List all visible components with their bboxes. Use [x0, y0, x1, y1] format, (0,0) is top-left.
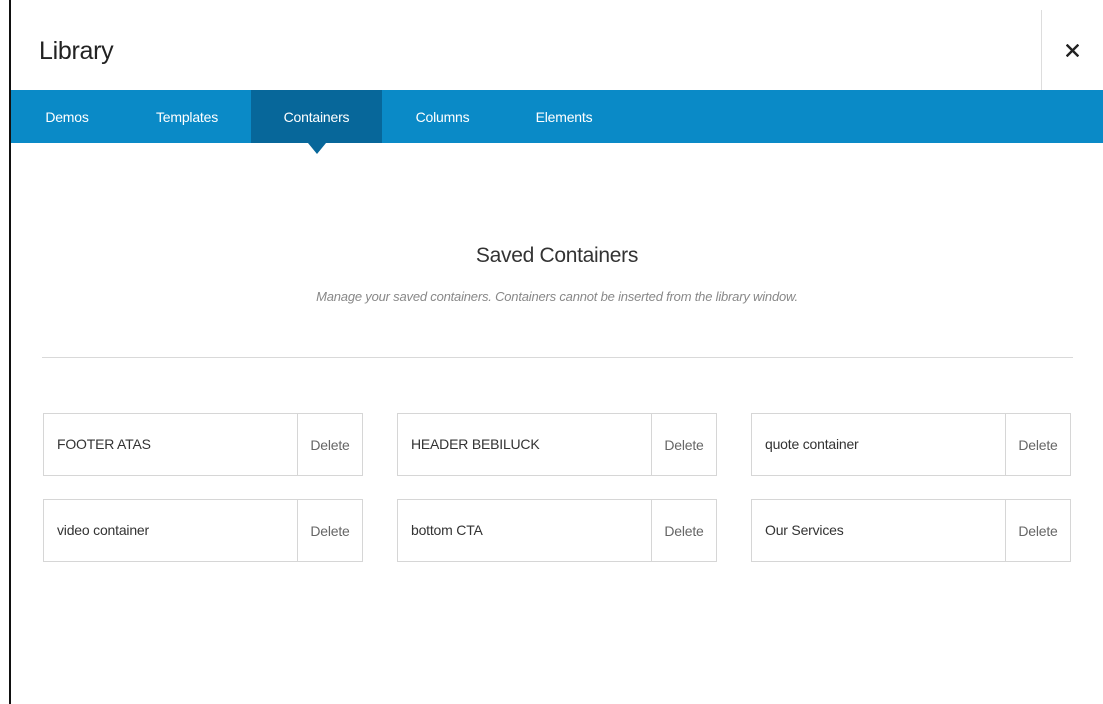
- delete-button[interactable]: Delete: [297, 500, 362, 561]
- tab-label: Templates: [155, 108, 218, 125]
- tab-elements[interactable]: Elements: [503, 90, 625, 143]
- container-name: bottom CTA: [411, 522, 483, 538]
- modal-title: Library: [39, 37, 114, 65]
- saved-container-item: FOOTER ATAS Delete: [43, 413, 363, 476]
- delete-button[interactable]: Delete: [1005, 500, 1070, 561]
- container-name: FOOTER ATAS: [57, 436, 151, 452]
- saved-container-item: bottom CTA Delete: [397, 499, 717, 562]
- saved-container-item: quote container Delete: [751, 413, 1071, 476]
- close-button[interactable]: [1042, 10, 1103, 90]
- section-divider: [42, 357, 1073, 358]
- container-name: quote container: [765, 436, 859, 452]
- section-title: Saved Containers: [475, 244, 639, 267]
- delete-button[interactable]: Delete: [651, 414, 716, 475]
- tab-containers[interactable]: Containers: [251, 90, 382, 154]
- delete-button[interactable]: Delete: [297, 414, 362, 475]
- container-name: video container: [57, 522, 149, 538]
- delete-button[interactable]: Delete: [651, 500, 716, 561]
- delete-button[interactable]: Delete: [1005, 414, 1070, 475]
- library-modal: Library Demos Templates Containers Colum…: [0, 0, 1103, 704]
- section-subtitle: Manage your saved containers. Containers…: [316, 289, 798, 304]
- library-tabs: Demos Templates Containers Columns Eleme…: [11, 90, 1103, 154]
- saved-container-item: video container Delete: [43, 499, 363, 562]
- saved-container-item: Our Services Delete: [751, 499, 1071, 562]
- close-icon: [1066, 43, 1079, 57]
- tab-demos[interactable]: Demos: [11, 90, 123, 143]
- tab-label: Elements: [535, 108, 593, 125]
- container-name: Our Services: [765, 522, 844, 538]
- container-name: HEADER BEBILUCK: [411, 436, 540, 452]
- tab-columns[interactable]: Columns: [382, 90, 503, 143]
- saved-container-item: HEADER BEBILUCK Delete: [397, 413, 717, 476]
- tab-label: Containers: [283, 108, 350, 125]
- tab-label: Columns: [415, 108, 470, 125]
- modal-header: Library: [11, 10, 1103, 90]
- tab-templates[interactable]: Templates: [123, 90, 251, 143]
- tab-label: Demos: [45, 108, 89, 125]
- active-tab-caret: [307, 143, 326, 154]
